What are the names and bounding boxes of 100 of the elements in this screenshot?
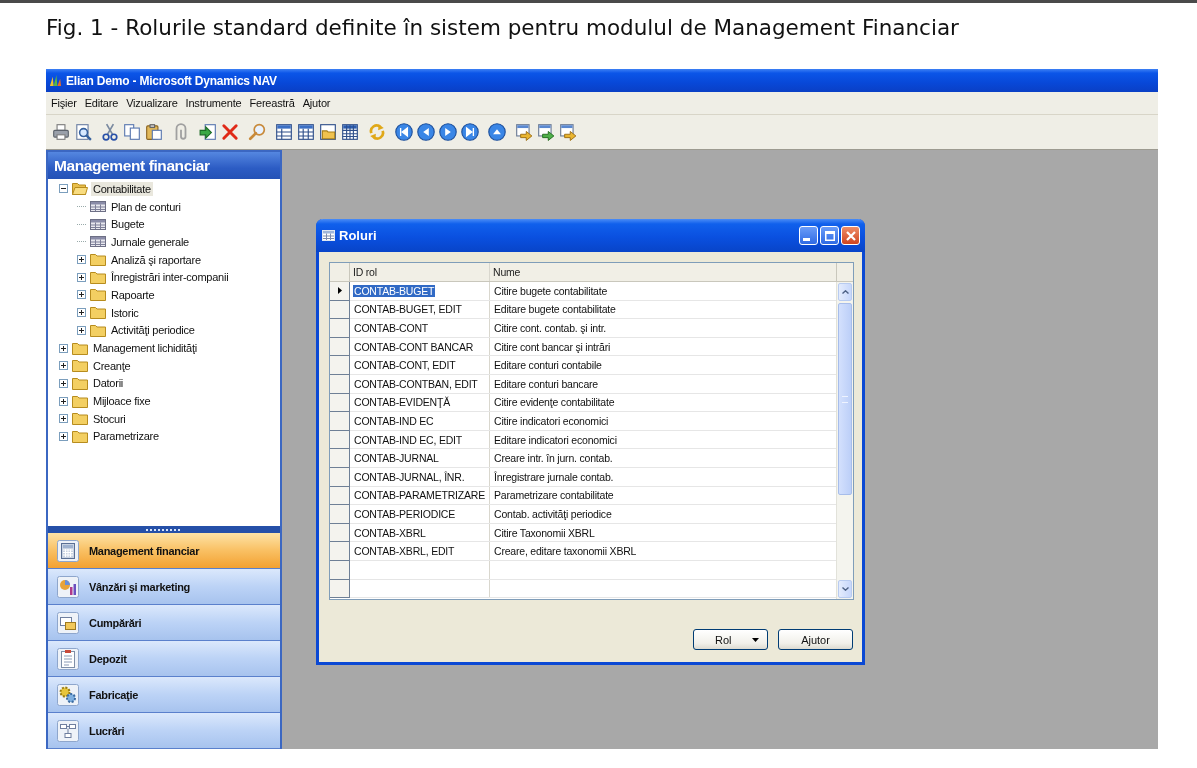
tree-item[interactable]: Activităţi periodice xyxy=(109,323,197,338)
column-header[interactable]: Nume xyxy=(493,266,521,278)
tree-item[interactable]: Contabilitate xyxy=(91,181,153,196)
table-cell: CONTAB-CONTBAN, EDIT xyxy=(353,377,479,390)
first-icon[interactable] xyxy=(395,123,413,141)
chevron-up-icon xyxy=(841,290,849,294)
tree-item[interactable]: Jurnale generale xyxy=(109,234,191,249)
table-cell: CONTAB-PERIODICE xyxy=(353,507,457,520)
paste-icon[interactable] xyxy=(145,123,163,141)
scroll-thumb[interactable] xyxy=(838,303,852,495)
module-button[interactable]: Vânzări şi marketing xyxy=(48,569,280,605)
tree-item[interactable]: Stocuri xyxy=(91,411,128,426)
grid-icon[interactable] xyxy=(341,123,359,141)
tree-item[interactable]: Rapoarte xyxy=(109,287,157,302)
table-scrollbar[interactable] xyxy=(836,282,853,599)
dropdown-button[interactable]: Rol xyxy=(693,629,768,650)
table-cell: CONTAB-XBRL xyxy=(353,526,427,539)
menu-item[interactable]: Vizualizare xyxy=(122,96,182,110)
scroll-down-button[interactable] xyxy=(838,580,852,598)
calculator-icon xyxy=(57,539,79,562)
module-button[interactable]: Lucrări xyxy=(48,713,280,749)
diagram-icon xyxy=(57,719,79,742)
delete-icon[interactable] xyxy=(221,123,239,141)
column-header[interactable]: ID rol xyxy=(353,266,377,278)
module-button[interactable]: Cumpărări xyxy=(48,605,280,641)
tree-item[interactable]: Plan de conturi xyxy=(109,199,183,214)
cut-icon[interactable] xyxy=(101,123,119,141)
next-icon[interactable] xyxy=(439,123,457,141)
tree-toggle[interactable] xyxy=(59,343,68,353)
tree-item[interactable]: Datorii xyxy=(91,376,126,391)
table-icon xyxy=(90,217,106,231)
tree-item[interactable]: Înregistrări inter-companii xyxy=(109,270,231,285)
maximize-button[interactable] xyxy=(820,226,839,245)
print-icon[interactable] xyxy=(52,123,70,141)
copy-icon[interactable] xyxy=(123,123,141,141)
tree-toggle[interactable] xyxy=(59,414,68,424)
window-arrow-icon[interactable] xyxy=(515,123,533,141)
tree-item[interactable]: Creanţe xyxy=(91,358,133,373)
scroll-up-button[interactable] xyxy=(838,283,852,301)
row-selector[interactable] xyxy=(330,282,350,301)
table-cell: CONTAB-CONT BANCAR xyxy=(353,340,475,353)
window-arrow-icon[interactable] xyxy=(559,123,577,141)
table-icon[interactable] xyxy=(297,123,315,141)
tree-toggle[interactable] xyxy=(77,290,86,300)
folder-icon xyxy=(90,323,106,337)
up-icon[interactable] xyxy=(488,123,506,141)
folder-table-icon[interactable] xyxy=(319,123,337,141)
tree-toggle[interactable] xyxy=(77,255,86,265)
tree-item[interactable]: Management lichidităţi xyxy=(91,341,199,356)
figure-caption: Fig. 1 - Rolurile standard definite în sistem pentru modulul de Management Financiar xyxy=(46,14,959,42)
tree-toggle[interactable] xyxy=(77,272,86,282)
tree-toggle[interactable] xyxy=(77,308,86,318)
folder-icon xyxy=(90,253,106,267)
last-icon[interactable] xyxy=(461,123,479,141)
menu-item[interactable]: Editare xyxy=(80,96,123,110)
document-arrow-icon[interactable] xyxy=(199,123,217,141)
tree-item[interactable]: Bugete xyxy=(109,217,147,232)
tree-toggle[interactable] xyxy=(59,431,68,441)
tree-toggle[interactable] xyxy=(77,325,86,335)
tree-item[interactable]: Mijloace fixe xyxy=(91,394,153,409)
module-button[interactable]: Depozit xyxy=(48,641,280,677)
tree-item[interactable]: Parametrizare xyxy=(91,429,161,444)
table-icon[interactable] xyxy=(275,123,293,141)
dialog-title: Roluri xyxy=(339,228,377,243)
grip-icon xyxy=(146,528,182,531)
table-cell: CONTAB-JURNAL, ÎNR. xyxy=(353,470,466,483)
menu-item[interactable]: Instrumente xyxy=(181,96,246,110)
table-cell: Editare indicatori economici xyxy=(493,433,618,446)
search-icon[interactable] xyxy=(248,123,266,141)
tree-toggle[interactable] xyxy=(59,361,68,371)
table-cell: Înregistrare jurnale contab. xyxy=(493,470,615,483)
menu-item[interactable]: Fişier xyxy=(47,96,81,110)
table-cell: Creare, editare taxonomii XBRL xyxy=(493,545,638,558)
close-button[interactable] xyxy=(841,226,860,245)
minimize-button[interactable] xyxy=(799,226,818,245)
help-button[interactable]: Ajutor xyxy=(778,629,853,650)
module-button[interactable]: Management financiar xyxy=(48,533,280,569)
previous-icon[interactable] xyxy=(417,123,435,141)
menu-item[interactable]: Fereastră xyxy=(245,96,299,110)
tree-item[interactable]: Istoric xyxy=(109,305,141,320)
window-arrow-icon[interactable] xyxy=(537,123,555,141)
folder-icon xyxy=(72,341,88,355)
table-cell: Editare conturi contabile xyxy=(493,359,603,372)
table-cell: Creare intr. în jurn. contab. xyxy=(493,452,614,465)
pane-splitter[interactable] xyxy=(48,526,280,533)
logo-icon xyxy=(49,74,62,87)
tree-item[interactable]: Analiză şi raportare xyxy=(109,252,203,267)
table-cell: Editare bugete contabilitate xyxy=(493,303,617,316)
table-cell: CONTAB-JURNAL xyxy=(353,452,440,465)
module-button[interactable]: Fabricaţie xyxy=(48,677,280,713)
table-cell: Citire indicatori economici xyxy=(493,414,610,427)
menu-item[interactable]: Ajutor xyxy=(298,96,335,110)
tree-toggle[interactable] xyxy=(59,378,68,388)
table-icon xyxy=(90,200,106,214)
table-cell: CONTAB-CONT, EDIT xyxy=(353,359,457,372)
tree-toggle[interactable] xyxy=(59,396,68,406)
chevron-down-icon xyxy=(841,587,849,591)
print-preview-icon[interactable] xyxy=(74,123,92,141)
documents-icon xyxy=(57,611,79,634)
tree-toggle[interactable] xyxy=(59,184,68,194)
